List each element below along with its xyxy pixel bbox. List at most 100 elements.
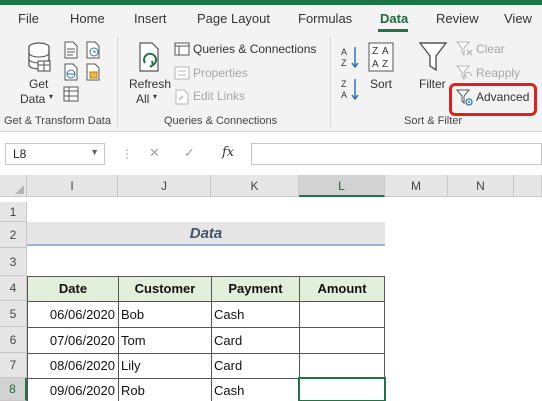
table-header-amount[interactable]: Amount	[299, 276, 385, 302]
select-all-corner[interactable]	[0, 175, 27, 197]
sort-az-icon: A Z	[341, 47, 359, 69]
ribbon-tabs: File Home Insert Page Layout Formulas Da…	[0, 5, 542, 33]
reapply-filter-icon	[456, 65, 472, 81]
sheet-title[interactable]: Data	[27, 222, 385, 246]
row-header-7[interactable]: 7	[0, 353, 27, 378]
filter-label: Filter	[419, 77, 446, 91]
table-cell-date[interactable]: 08/06/2020	[27, 353, 119, 379]
table-cell-payment[interactable]: Cash	[211, 301, 300, 328]
table-cell-date[interactable]: 07/06/2020	[27, 327, 119, 354]
table-cell-customer[interactable]: Lily	[118, 353, 212, 379]
chevron-down-icon[interactable]: ▼	[90, 147, 99, 157]
svg-text:A: A	[341, 47, 347, 57]
row-header-4[interactable]: 4	[0, 276, 27, 301]
group-label-get-transform: Get & Transform Data	[4, 115, 111, 127]
chevron-down-icon: ▾	[153, 92, 158, 101]
spreadsheet-grid: I J K L M N 1 2 3 4 5 6 7 8 Data Date Cu…	[0, 175, 542, 401]
active-cell-l8[interactable]	[298, 377, 386, 401]
insert-function-icon[interactable]: fx	[222, 145, 234, 160]
table-cell-payment[interactable]: Cash	[211, 378, 300, 401]
cancel-entry-icon[interactable]: ✕	[149, 145, 160, 161]
sort-za-icon: Z A	[341, 79, 359, 101]
column-header-k[interactable]: K	[211, 175, 299, 197]
column-header-n[interactable]: N	[448, 175, 514, 197]
formula-bar: L8 ▼ ⋮ ✕ ✓ fx	[0, 133, 542, 175]
tab-formulas[interactable]: Formulas	[298, 11, 352, 26]
row-header-2[interactable]: 2	[0, 222, 27, 248]
edit-links-icon	[175, 89, 189, 105]
clear-filter-label: Clear	[476, 42, 505, 56]
name-box[interactable]: L8 ▼	[5, 143, 105, 165]
queries-connections-label: Queries & Connections	[193, 42, 317, 56]
table-cell-payment[interactable]: Card	[211, 353, 300, 379]
table-cell-customer[interactable]: Tom	[118, 327, 212, 354]
svg-text:A: A	[382, 46, 389, 57]
tab-insert[interactable]: Insert	[134, 11, 167, 26]
name-box-value: L8	[13, 147, 27, 161]
web-icon[interactable]	[63, 63, 79, 81]
group-separator	[330, 37, 331, 127]
svg-text:A: A	[372, 59, 379, 70]
active-tab-indicator	[378, 29, 408, 32]
group-separator	[117, 37, 118, 127]
existing-connections-icon[interactable]	[85, 63, 101, 81]
refresh-all-label-2: All	[136, 92, 150, 106]
table-cell-payment[interactable]: Card	[211, 327, 300, 354]
svg-text:Z: Z	[341, 58, 347, 68]
sort-label: Sort	[370, 77, 393, 91]
filter-funnel-icon	[418, 42, 448, 72]
formula-bar-grip-icon: ⋮	[121, 147, 133, 161]
sort-dialog-icon: Z A A Z	[368, 42, 394, 72]
row-header-6[interactable]: 6	[0, 327, 27, 353]
queries-connections-icon	[174, 42, 190, 56]
table-range-icon[interactable]	[63, 86, 79, 102]
table-cell-customer[interactable]: Bob	[118, 301, 212, 328]
text-csv-icon[interactable]	[63, 41, 79, 59]
tab-page-layout[interactable]: Page Layout	[197, 11, 270, 26]
advanced-highlight-box	[449, 83, 537, 116]
table-cell-amount[interactable]	[299, 327, 385, 354]
reapply-filter-label: Reapply	[476, 66, 521, 80]
table-cell-amount[interactable]	[299, 353, 385, 379]
column-header-m[interactable]: M	[385, 175, 448, 197]
table-cell-customer[interactable]: Rob	[118, 378, 212, 401]
row-header-1[interactable]: 1	[0, 202, 27, 222]
column-header-l[interactable]: L	[299, 175, 385, 197]
ribbon: Get Data ▾ Get & Transform Data Refresh …	[0, 33, 542, 132]
table-cell-date[interactable]: 09/06/2020	[27, 378, 119, 401]
properties-icon	[174, 66, 190, 80]
clear-filter-icon	[456, 41, 473, 57]
get-data-label-2: Data	[20, 92, 46, 106]
row-header-5[interactable]: 5	[0, 301, 27, 327]
table-header-payment[interactable]: Payment	[211, 276, 300, 302]
group-label-sort-filter: Sort & Filter	[404, 115, 463, 127]
database-icon	[28, 42, 51, 72]
table-cell-amount[interactable]	[299, 301, 385, 328]
properties-label: Properties	[193, 66, 248, 80]
table-header-customer[interactable]: Customer	[118, 276, 212, 302]
row-header-8[interactable]: 8	[0, 378, 27, 401]
tab-home[interactable]: Home	[70, 11, 105, 26]
table-header-date[interactable]: Date	[27, 276, 119, 302]
svg-text:Z: Z	[382, 59, 388, 70]
column-header-j[interactable]: J	[118, 175, 211, 197]
formula-input[interactable]	[251, 143, 542, 165]
table-cell-date[interactable]: 06/06/2020	[27, 301, 119, 328]
edit-links-label: Edit Links	[193, 89, 246, 103]
tab-view[interactable]: View	[504, 11, 532, 26]
tab-data[interactable]: Data	[380, 11, 408, 26]
refresh-icon	[139, 42, 159, 72]
column-header-i[interactable]: I	[27, 175, 118, 197]
refresh-all-label-1: Refresh	[129, 77, 172, 91]
tab-file[interactable]: File	[18, 11, 39, 26]
confirm-entry-icon[interactable]: ✓	[184, 145, 195, 161]
tab-review[interactable]: Review	[436, 11, 479, 26]
row-header-3[interactable]: 3	[0, 248, 27, 276]
chevron-down-icon: ▾	[49, 92, 54, 101]
recent-sources-icon[interactable]	[85, 41, 101, 59]
svg-text:Z: Z	[372, 46, 378, 57]
group-label-queries: Queries & Connections	[164, 115, 278, 127]
get-data-label-1: Get	[29, 77, 49, 91]
select-all-icon	[15, 185, 24, 194]
column-header-o[interactable]	[514, 175, 542, 197]
